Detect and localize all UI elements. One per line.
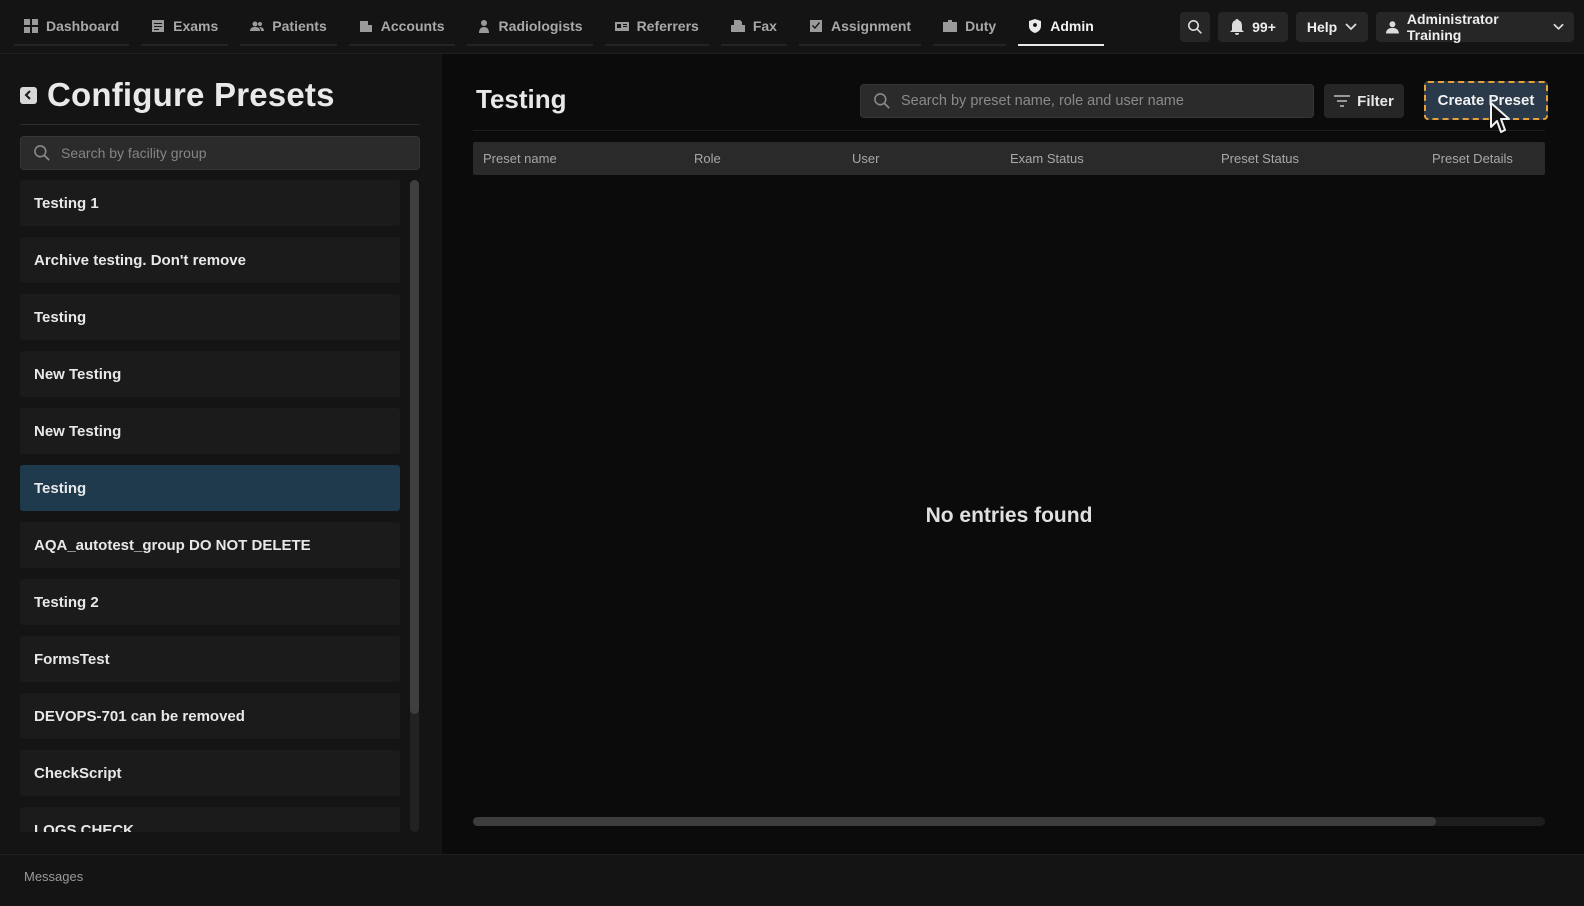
vertical-scrollbar[interactable] [410, 180, 419, 832]
help-dropdown[interactable]: Help [1296, 12, 1368, 42]
facility-search-field[interactable] [20, 136, 420, 170]
scrollbar-thumb[interactable] [410, 180, 419, 714]
nav-item-label: Exams [173, 17, 219, 34]
duty-icon [943, 19, 958, 32]
facility-group-item[interactable]: Archive testing. Don't remove [20, 237, 400, 283]
column-header[interactable]: User [852, 142, 879, 175]
nav-item-label: Fax [752, 17, 777, 34]
sidebar-header: Configure Presets [20, 76, 335, 114]
facility-search-input[interactable] [61, 145, 401, 161]
user-name: Administrator Training [1406, 11, 1499, 43]
patients-icon [250, 21, 265, 31]
divider [473, 130, 1545, 131]
nav-item-label: Admin [1050, 17, 1094, 34]
facility-group-item[interactable]: Testing 1 [20, 180, 400, 226]
dashboard-icon [24, 18, 38, 33]
preset-search-field[interactable] [860, 84, 1314, 118]
nav-item-admin[interactable]: Admin [1018, 8, 1104, 46]
column-header[interactable]: Preset name [483, 142, 557, 175]
nav-item-label: Accounts [380, 17, 445, 34]
bell-icon [1230, 19, 1245, 35]
accounts-icon [359, 20, 372, 32]
nav-item-assignment[interactable]: Assignment [798, 8, 922, 46]
table-header: Preset name Role User Exam Status Preset Sta… [473, 142, 1545, 175]
presets-panel: Testing Filter Create Preset Preset name… [442, 54, 1584, 854]
column-header[interactable]: Preset Status [1221, 142, 1299, 175]
filter-button[interactable]: Filter [1324, 84, 1404, 118]
chevron-down-icon [1553, 23, 1564, 31]
nav-item-referrers[interactable]: Referrers [604, 8, 709, 46]
user-icon [1386, 21, 1399, 34]
notifications-count: 99+ [1252, 19, 1276, 35]
notifications-button[interactable]: 99+ [1218, 12, 1288, 42]
facility-group-item[interactable]: Testing [20, 465, 400, 511]
nav-item-dashboard[interactable]: Dashboard [14, 8, 130, 46]
facility-group-sidebar: Configure Presets Testing 1 Archive testi… [0, 54, 442, 854]
nav-item-label: Duty [965, 17, 997, 34]
nav-item-label: Patients [272, 17, 327, 34]
search-icon [34, 145, 50, 161]
facility-group-item[interactable]: Testing [20, 294, 400, 340]
column-header[interactable]: Preset Details [1432, 142, 1513, 175]
filter-icon [1334, 95, 1351, 107]
nav-item-fax[interactable]: Fax [720, 8, 787, 46]
column-header[interactable]: Exam Status [1010, 142, 1084, 175]
divider [20, 124, 420, 125]
search-icon [1188, 20, 1202, 34]
facility-group-item[interactable]: New Testing [20, 351, 400, 397]
facility-group-item[interactable]: New Testing [20, 408, 400, 454]
facility-group-item[interactable]: DEVOPS-701 can be removed [20, 693, 400, 739]
create-preset-button[interactable]: Create Preset [1424, 81, 1548, 120]
user-menu-dropdown[interactable]: Administrator Training [1376, 11, 1574, 43]
nav-tabs: Dashboard Exams Patients Accounts Radiol… [0, 0, 1116, 54]
nav-item-label: Referrers [636, 17, 699, 34]
facility-group-item[interactable]: AQA_autotest_group DO NOT DELETE [20, 522, 400, 568]
column-header[interactable]: Role [694, 142, 721, 175]
nav-item-duty[interactable]: Duty [933, 8, 1007, 46]
panel-title: Testing [476, 84, 567, 114]
scrollbar-thumb[interactable] [473, 817, 1436, 826]
empty-state-message: No entries found [925, 504, 1093, 527]
filter-label: Filter [1357, 92, 1394, 110]
nav-item-label: Assignment [830, 17, 912, 34]
nav-actions: 99+ Help Administrator Training [1180, 11, 1574, 43]
page-title: Configure Presets [47, 76, 335, 113]
mouse-cursor-icon [1490, 102, 1510, 133]
help-label: Help [1306, 19, 1338, 35]
nav-item-label: Dashboard [46, 17, 120, 34]
collapse-sidebar-icon[interactable] [20, 86, 37, 104]
nav-item-accounts[interactable]: Accounts [348, 8, 455, 46]
messages-label: Messages [24, 869, 84, 884]
nav-item-patients[interactable]: Patients [240, 8, 337, 46]
messages-bar[interactable]: Messages [0, 854, 1584, 906]
referrers-icon [614, 21, 629, 31]
radiologist-icon [478, 19, 489, 33]
top-navigation: Dashboard Exams Patients Accounts Radiol… [0, 0, 1584, 54]
facility-group-item[interactable]: CheckScript [20, 750, 400, 796]
facility-group-item[interactable]: LOGS CHECK [20, 807, 400, 832]
preset-search-input[interactable] [901, 93, 1301, 109]
chevron-down-icon [1345, 23, 1357, 31]
nav-item-label: Radiologists [498, 17, 583, 34]
nav-item-radiologists[interactable]: Radiologists [466, 8, 593, 46]
nav-item-exams[interactable]: Exams [141, 8, 229, 46]
search-icon [874, 93, 890, 109]
facility-group-list: Testing 1 Archive testing. Don't remove Te… [20, 180, 400, 832]
assignment-icon [809, 19, 822, 32]
shield-icon [1029, 18, 1042, 33]
horizontal-scrollbar[interactable] [473, 817, 1545, 826]
facility-group-item[interactable]: Testing 2 [20, 579, 400, 625]
exams-icon [152, 19, 165, 32]
global-search-button[interactable] [1180, 12, 1210, 42]
facility-group-item[interactable]: FormsTest [20, 636, 400, 682]
fax-icon [730, 19, 745, 32]
